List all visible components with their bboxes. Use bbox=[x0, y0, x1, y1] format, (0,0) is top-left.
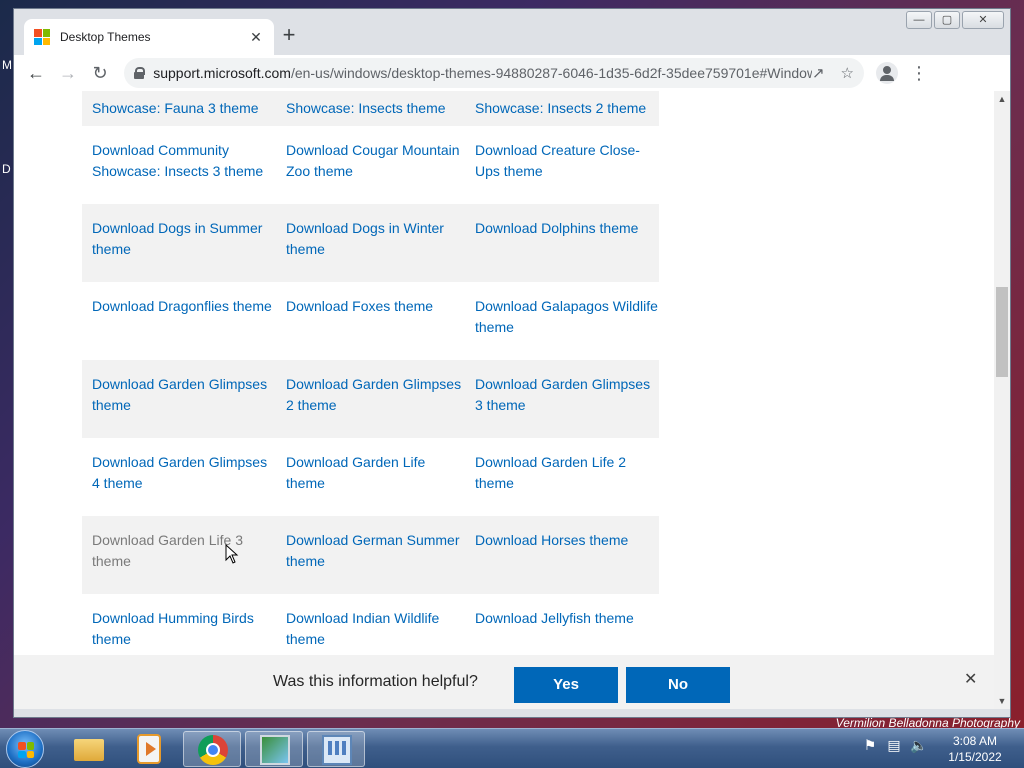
taskbar-personalization[interactable] bbox=[245, 731, 303, 767]
vertical-scrollbar[interactable]: ▲ ▼ bbox=[994, 91, 1010, 709]
close-window-button[interactable]: ✕ bbox=[962, 11, 1004, 29]
tab-title: Desktop Themes bbox=[60, 30, 151, 44]
window-controls: — ▢ ✕ bbox=[906, 11, 1004, 29]
theme-link[interactable]: Download Indian Wildlife theme bbox=[276, 608, 465, 655]
new-tab-button[interactable]: + bbox=[276, 23, 302, 49]
browser-window: Desktop Themes ✕ + — ▢ ✕ ← → ↻ support.m… bbox=[13, 8, 1011, 718]
table-row: Download Community Showcase: Insects 3 t… bbox=[82, 126, 659, 204]
desktop-icon-label: D bbox=[2, 162, 11, 176]
url-path: /en-us/windows/desktop-themes-94880287-6… bbox=[290, 65, 812, 81]
windows-flag-icon bbox=[18, 742, 34, 758]
folder-icon bbox=[74, 739, 104, 761]
feedback-close-icon[interactable]: ✕ bbox=[964, 669, 977, 689]
theme-link[interactable]: Download Garden Glimpses 4 theme bbox=[82, 452, 276, 516]
lock-icon bbox=[134, 67, 146, 79]
table-row: Download Humming Birds theme Download In… bbox=[82, 594, 659, 655]
theme-link[interactable]: Download Jellyfish theme bbox=[465, 608, 659, 655]
control-panel-icon bbox=[322, 735, 352, 765]
theme-link[interactable]: Download Community Showcase: Insects 3 t… bbox=[82, 140, 276, 204]
taskbar-explorer[interactable] bbox=[60, 731, 118, 767]
feedback-question: Was this information helpful? bbox=[273, 673, 478, 690]
theme-link[interactable]: Download Garden Life 2 theme bbox=[465, 452, 659, 516]
scroll-up-arrow-icon[interactable]: ▲ bbox=[994, 91, 1010, 107]
theme-link[interactable]: Download German Summer theme bbox=[276, 530, 465, 594]
browser-toolbar: ← → ↻ support.microsoft.com/en-us/window… bbox=[14, 55, 1010, 91]
profile-avatar-icon[interactable] bbox=[876, 62, 898, 84]
theme-link[interactable]: Download Dogs in Winter theme bbox=[276, 218, 465, 282]
action-center-flag-icon[interactable]: ⚑ bbox=[862, 737, 878, 755]
yes-button[interactable]: Yes bbox=[514, 667, 618, 703]
page-content: Showcase: Fauna 3 theme Showcase: Insect… bbox=[14, 91, 994, 655]
media-player-icon bbox=[137, 734, 161, 764]
table-row: Download Dogs in Summer theme Download D… bbox=[82, 204, 659, 282]
title-bar: Desktop Themes ✕ + — ▢ ✕ bbox=[14, 9, 1010, 55]
clock-date: 1/15/2022 bbox=[948, 750, 1002, 764]
no-button[interactable]: No bbox=[626, 667, 730, 703]
table-row: Showcase: Fauna 3 theme Showcase: Insect… bbox=[82, 91, 659, 126]
share-icon[interactable]: ↗ bbox=[812, 64, 825, 82]
mouse-cursor-icon bbox=[225, 544, 239, 564]
personalization-icon bbox=[260, 735, 290, 765]
theme-link[interactable]: Download Creature Close-Ups theme bbox=[465, 140, 659, 204]
theme-link[interactable]: Download Dogs in Summer theme bbox=[82, 218, 276, 282]
theme-link[interactable]: Download Garden Life 3 theme bbox=[82, 530, 276, 594]
taskbar-clock[interactable]: 3:08 AM 1/15/2022 bbox=[940, 733, 1010, 765]
theme-link[interactable]: Download Garden Glimpses 3 theme bbox=[465, 374, 659, 438]
theme-link[interactable]: Download Garden Life theme bbox=[276, 452, 465, 516]
forward-arrow-icon[interactable]: → bbox=[52, 57, 84, 89]
theme-link[interactable]: Download Garden Glimpses 2 theme bbox=[276, 374, 465, 438]
theme-link[interactable]: Download Galapagos Wildlife theme bbox=[465, 296, 659, 360]
bookmark-star-icon[interactable]: ☆ bbox=[841, 64, 854, 82]
chrome-icon bbox=[198, 735, 228, 765]
scroll-down-arrow-icon[interactable]: ▼ bbox=[994, 693, 1010, 709]
reload-icon[interactable]: ↻ bbox=[84, 57, 116, 89]
theme-link[interactable]: Download Garden Glimpses theme bbox=[82, 374, 276, 438]
start-button[interactable] bbox=[6, 730, 44, 768]
taskbar: ⚑ ▤ 🔈 3:08 AM 1/15/2022 bbox=[0, 728, 1024, 768]
theme-link[interactable]: Download Humming Birds theme bbox=[82, 608, 276, 655]
theme-link[interactable]: Download Horses theme bbox=[465, 530, 659, 594]
taskbar-chrome[interactable] bbox=[183, 731, 241, 767]
theme-link[interactable]: Download Dolphins theme bbox=[465, 218, 659, 282]
table-row: Download Garden Glimpses theme Download … bbox=[82, 360, 659, 438]
url-host: support.microsoft.com bbox=[153, 65, 291, 81]
clock-time: 3:08 AM bbox=[952, 734, 998, 748]
table-row: Download Dragonflies theme Download Foxe… bbox=[82, 282, 659, 360]
system-tray: ⚑ ▤ 🔈 bbox=[862, 737, 928, 755]
theme-link[interactable]: Showcase: Insects theme bbox=[276, 98, 465, 126]
minimize-button[interactable]: — bbox=[906, 11, 932, 29]
back-arrow-icon[interactable]: ← bbox=[20, 57, 52, 89]
theme-link[interactable]: Download Dragonflies theme bbox=[82, 296, 276, 360]
feedback-bar: Was this information helpful? Yes No ✕ bbox=[14, 655, 994, 709]
table-row: Download Garden Life 3 theme Download Ge… bbox=[82, 516, 659, 594]
tab-close-icon[interactable]: ✕ bbox=[248, 29, 264, 46]
tab-desktop-themes[interactable]: Desktop Themes ✕ bbox=[24, 19, 274, 55]
themes-grid: Showcase: Fauna 3 theme Showcase: Insect… bbox=[82, 91, 659, 655]
address-bar[interactable]: support.microsoft.com/en-us/windows/desk… bbox=[124, 58, 864, 88]
taskbar-control-panel[interactable] bbox=[307, 731, 365, 767]
volume-icon[interactable]: 🔈 bbox=[910, 737, 927, 755]
theme-link[interactable]: Showcase: Insects 2 theme bbox=[465, 98, 659, 126]
theme-link[interactable]: Download Foxes theme bbox=[276, 296, 465, 360]
desktop-icon-label: M bbox=[2, 58, 12, 72]
maximize-button[interactable]: ▢ bbox=[934, 11, 960, 29]
network-icon[interactable]: ▤ bbox=[886, 737, 902, 755]
table-row: Download Garden Glimpses 4 theme Downloa… bbox=[82, 438, 659, 516]
kebab-menu-icon[interactable]: ⋮ bbox=[910, 63, 928, 84]
microsoft-logo-icon bbox=[34, 29, 50, 45]
scroll-thumb[interactable] bbox=[996, 287, 1008, 377]
theme-link[interactable]: Download Cougar Mountain Zoo theme bbox=[276, 140, 465, 204]
taskbar-media-player[interactable] bbox=[120, 731, 178, 767]
theme-link[interactable]: Showcase: Fauna 3 theme bbox=[82, 98, 276, 126]
